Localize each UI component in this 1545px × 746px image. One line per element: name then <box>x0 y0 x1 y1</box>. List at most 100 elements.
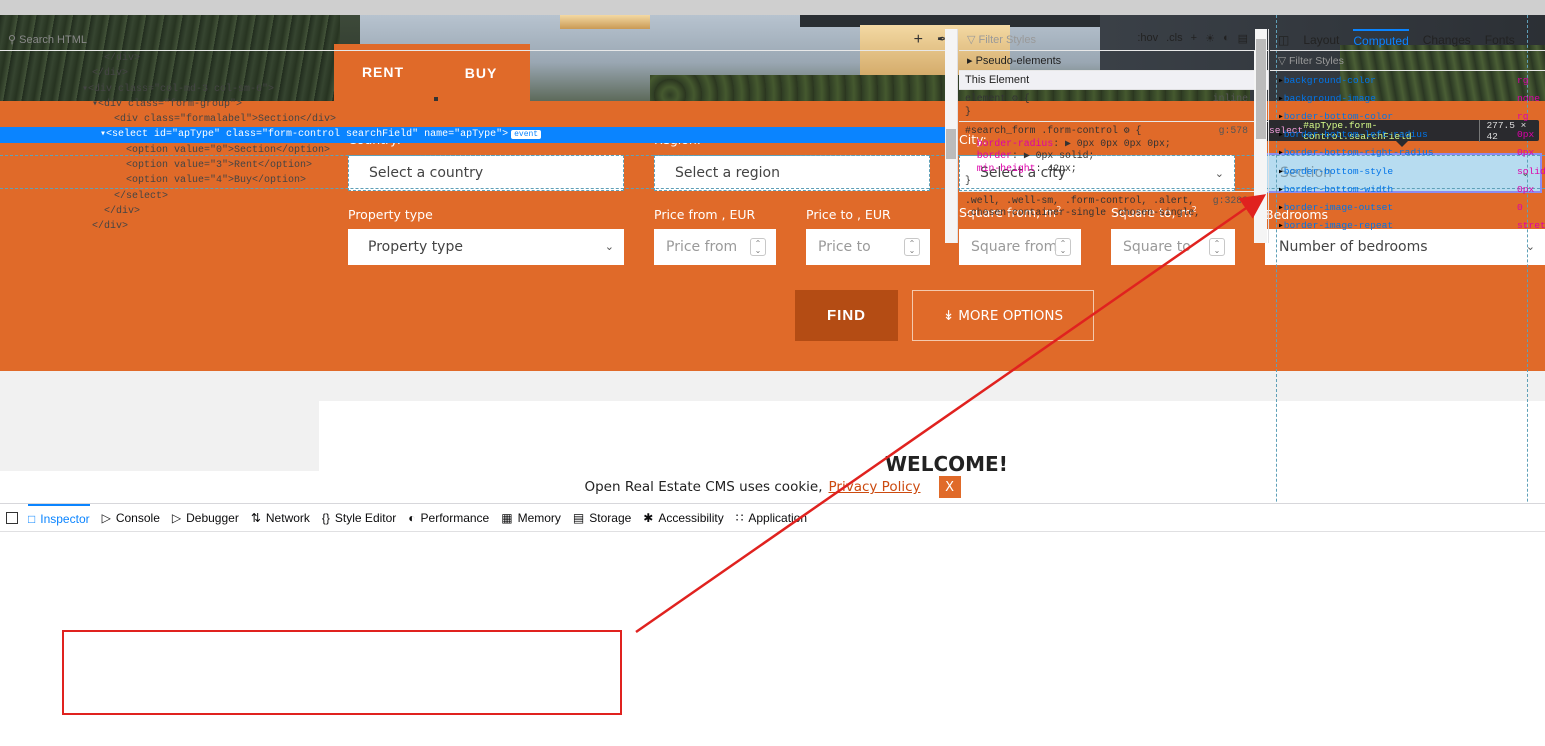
html-node[interactable]: <option value="4">Buy</option> <box>0 173 957 188</box>
computed-row[interactable]: ▸ border-bottom-width 0px <box>1270 180 1545 198</box>
html-node[interactable]: <option value="0">Section</option> <box>0 143 957 158</box>
cls-toggle[interactable]: .cls <box>1166 32 1183 45</box>
rule-source[interactable]: inline <box>1213 93 1248 106</box>
debugger-icon: ▷ <box>171 510 182 525</box>
computed-row[interactable]: ▸ background-color rg <box>1270 71 1545 89</box>
tab-inspector[interactable]: □ Inspector <box>28 503 90 532</box>
tab-accessibility[interactable]: ✱ Accessibility <box>643 504 723 532</box>
prop-name[interactable]: border-radius <box>977 138 1053 149</box>
computed-row[interactable]: ▸ border-bottom-style solid <box>1270 162 1545 180</box>
computed-name: background-image <box>1283 92 1376 104</box>
computed-name: border-bottom-style <box>1283 165 1394 177</box>
prop-name[interactable]: min-height <box>977 163 1036 174</box>
page: RENT BUY Country: Select a country Regio… <box>0 0 1545 746</box>
more-options-button[interactable]: ↡ MORE OPTIONS <box>912 290 1094 341</box>
computed-filter-bar[interactable]: ▽ Filter Styles <box>1270 51 1545 71</box>
privacy-policy-link[interactable]: Privacy Policy <box>829 479 921 495</box>
rules-panel: ▽ Filter Styles :hov .cls + ☀ ◐ ▤ ▸ Pseu… <box>959 29 1269 243</box>
rules-tools: :hov .cls + ☀ ◐ ▤ <box>1137 32 1248 45</box>
search-html-input[interactable]: Search HTML <box>19 34 87 46</box>
dark-theme-icon[interactable]: ◐ <box>1223 32 1230 45</box>
add-node-icon[interactable]: + <box>914 31 923 49</box>
find-button[interactable]: FIND <box>795 290 898 341</box>
hov-toggle[interactable]: :hov <box>1137 32 1158 45</box>
tab-application[interactable]: ∷ Application <box>736 504 807 532</box>
prop-name[interactable]: border <box>977 150 1012 161</box>
search-html-bar[interactable]: ⚲ Search HTML + ✒ <box>0 29 957 51</box>
computed-value: 0 <box>1517 201 1523 213</box>
tab-label: Performance <box>420 510 490 525</box>
computed-value: 0px <box>1517 129 1535 141</box>
event-badge[interactable]: event <box>511 130 542 140</box>
tab-changes[interactable]: Changes <box>1423 33 1471 47</box>
computed-row[interactable]: ▸ border-bottom-right-radius 0px <box>1270 144 1545 162</box>
add-rule-icon[interactable]: + <box>1191 32 1197 45</box>
light-theme-icon[interactable]: ☀ <box>1205 32 1215 45</box>
computed-row[interactable]: ▸ border-image-outset 0 <box>1270 198 1545 216</box>
gear-icon[interactable]: ⚙ <box>1012 93 1018 104</box>
computed-filter-input[interactable]: Filter Styles <box>1289 55 1344 67</box>
gear-icon[interactable]: ⚙ <box>1124 125 1130 136</box>
inspector-icon: □ <box>28 511 36 526</box>
computed-value: 0px <box>1517 183 1535 195</box>
cookie-close-button[interactable]: X <box>938 476 961 498</box>
network-icon: ⇅ <box>250 510 261 525</box>
layout-panel-icon[interactable]: ◫ <box>1278 33 1289 47</box>
html-node[interactable]: <option value="3">Rent</option> <box>0 158 957 173</box>
tab-performance[interactable]: ◐ Performance <box>408 504 489 532</box>
tab-debugger[interactable]: ▷ Debugger <box>172 504 239 532</box>
storage-icon: ▤ <box>572 510 585 525</box>
computed-row[interactable]: ▸ border-image-repeat stret <box>1270 217 1545 235</box>
tab-style-editor[interactable]: {} Style Editor <box>322 504 396 532</box>
html-node[interactable]: </div> <box>0 204 957 219</box>
rule-source[interactable]: g:3283 <box>1213 195 1248 208</box>
tab-network[interactable]: ⇅ Network <box>251 504 310 532</box>
html-node[interactable]: <div class="formalabel">Section</div> <box>0 112 957 127</box>
rule-element: element ⚙ {} inline <box>959 90 1268 122</box>
cookie-text: Open Real Estate CMS uses cookie, <box>584 479 823 495</box>
pseudo-elements-toggle[interactable]: ▸ Pseudo-elements <box>959 51 1268 71</box>
tab-label: Application <box>748 510 808 525</box>
pseudo-elements-label: Pseudo-elements <box>975 54 1062 67</box>
computed-name: border-bottom-left-radius <box>1283 129 1428 141</box>
rule-selector: .chosen-container-single .chosen-single, <box>965 207 1201 218</box>
computed-row[interactable]: ▸ border-bottom-color rg <box>1270 107 1545 125</box>
rule-source[interactable]: g:578 <box>1219 125 1248 138</box>
print-icon[interactable]: ▤ <box>1238 32 1248 45</box>
html-node[interactable]: ▾<div class="col-md-3 col-sm-6"> <box>0 82 957 97</box>
computed-scrollbar[interactable] <box>1255 29 1267 243</box>
html-node[interactable]: ▾<div class="form-group"> <box>0 97 957 112</box>
computed-name: border-image-outset <box>1283 201 1394 213</box>
tab-layout[interactable]: Layout <box>1303 33 1339 47</box>
filter-icon: ▽ <box>1278 54 1289 67</box>
sidebar-tabs: ◫ Layout Computed Changes Fonts <box>1270 28 1545 51</box>
accessibility-icon: ✱ <box>643 510 654 525</box>
tab-label: Inspector <box>40 511 90 526</box>
computed-list: ▸ background-color rg ▸ background-image no… <box>1270 71 1545 235</box>
computed-value: 0px <box>1517 147 1535 159</box>
html-node[interactable]: </div> <box>0 219 957 234</box>
tab-console[interactable]: ▷ Console <box>102 504 160 532</box>
computed-name: border-bottom-width <box>1283 183 1394 195</box>
performance-icon: ◐ <box>408 510 416 525</box>
html-node[interactable]: </select> <box>0 189 957 204</box>
html-node-selected[interactable]: ▾<select id="apType" class="form-control… <box>0 127 957 143</box>
tab-fonts[interactable]: Fonts <box>1485 33 1515 47</box>
element-picker-icon[interactable] <box>6 511 18 524</box>
tab-memory[interactable]: ▦ Memory <box>501 504 561 532</box>
prop-value[interactable]: 42px; <box>1047 163 1076 174</box>
html-tree-scrollbar[interactable] <box>945 29 957 243</box>
computed-row[interactable]: ▸ border-bottom-left-radius 0px <box>1270 126 1545 144</box>
tab-computed[interactable]: Computed <box>1353 28 1409 51</box>
computed-row[interactable]: ▸ background-image none <box>1270 89 1545 107</box>
html-node[interactable]: </div> <box>0 66 957 81</box>
memory-icon: ▦ <box>501 510 513 525</box>
html-node[interactable]: </div> <box>0 51 957 66</box>
prop-value[interactable]: ▶ 0px 0px 0px 0px; <box>1065 138 1171 149</box>
rule-selector: #search_form .form-control <box>965 125 1118 136</box>
tab-storage[interactable]: ▤ Storage <box>573 504 631 532</box>
filter-styles-input[interactable]: Filter Styles <box>979 34 1036 46</box>
tab-label: Memory <box>517 510 561 525</box>
prop-value[interactable]: ▶ 0px solid; <box>1024 150 1095 161</box>
filter-styles-bar: ▽ Filter Styles :hov .cls + ☀ ◐ ▤ <box>959 29 1268 51</box>
